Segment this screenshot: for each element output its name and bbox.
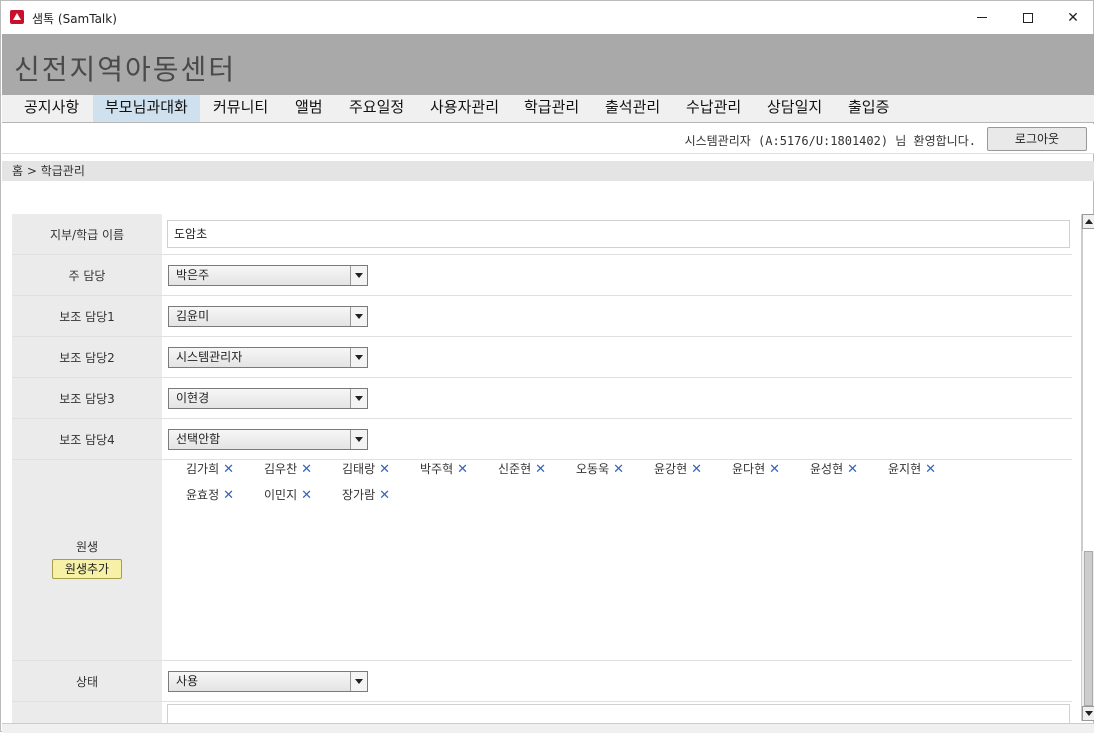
maximize-button[interactable] bbox=[1005, 1, 1051, 34]
chevron-down-icon bbox=[350, 307, 367, 326]
assistant3-label: 보조 담당3 bbox=[12, 378, 162, 418]
assistant1-label: 보조 담당1 bbox=[12, 296, 162, 336]
student-chip: 오동욱 ✕ bbox=[576, 462, 625, 477]
student-chip: 신준현 ✕ bbox=[498, 462, 547, 477]
remove-icon[interactable]: ✕ bbox=[847, 462, 858, 477]
assistant1-select[interactable]: 김윤미 bbox=[168, 306, 368, 327]
remove-icon[interactable]: ✕ bbox=[925, 462, 936, 477]
student-chip: 윤강현 ✕ bbox=[654, 462, 703, 477]
class-form: 지부/학급 이름 도암초 주 담당 박은주 보조 담당1 김윤미 보조 담당2 … bbox=[12, 214, 1072, 724]
main-teacher-label: 주 담당 bbox=[12, 255, 162, 295]
add-student-button[interactable]: 원생추가 bbox=[52, 559, 122, 579]
chevron-down-icon bbox=[350, 430, 367, 449]
site-title: 신전지역아동센터 bbox=[14, 53, 237, 86]
remove-icon[interactable]: ✕ bbox=[379, 462, 390, 477]
status-select[interactable]: 사용 bbox=[168, 671, 368, 692]
row-main-teacher: 주 담당 박은주 bbox=[12, 255, 1072, 296]
student-chip: 김우찬 ✕ bbox=[264, 462, 313, 477]
nav-item-payment[interactable]: 수납관리 bbox=[674, 95, 753, 122]
nav-item-album[interactable]: 앨범 bbox=[283, 95, 335, 122]
site-header: 신전지역아동센터 bbox=[2, 34, 1094, 95]
row-assistant1: 보조 담당1 김윤미 bbox=[12, 296, 1072, 337]
next-input[interactable] bbox=[167, 704, 1070, 724]
remove-icon[interactable]: ✕ bbox=[301, 462, 312, 477]
assistant4-label: 보조 담당4 bbox=[12, 419, 162, 459]
remove-icon[interactable]: ✕ bbox=[769, 462, 780, 477]
remove-icon[interactable]: ✕ bbox=[457, 462, 468, 477]
nav-item-schedule[interactable]: 주요일정 bbox=[337, 95, 416, 122]
student-chip: 이민지 ✕ bbox=[264, 488, 313, 503]
nav-item-attendance[interactable]: 출석관리 bbox=[593, 95, 672, 122]
title-bar: 샘톡 (SamTalk) ✕ bbox=[1, 1, 1093, 34]
nav-item-community[interactable]: 커뮤니티 bbox=[201, 95, 280, 122]
close-icon: ✕ bbox=[1067, 9, 1079, 26]
assistant2-select[interactable]: 시스템관리자 bbox=[168, 347, 368, 368]
remove-icon[interactable]: ✕ bbox=[535, 462, 546, 477]
student-chip: 윤성현 ✕ bbox=[810, 462, 859, 477]
row-next bbox=[12, 702, 1072, 724]
chevron-down-icon bbox=[350, 389, 367, 408]
nav-item-parent-talk[interactable]: 부모님과대화 bbox=[93, 95, 200, 122]
remove-icon[interactable]: ✕ bbox=[223, 488, 234, 503]
row-assistant4: 보조 담당4 선택안함 bbox=[12, 419, 1072, 460]
minimize-button[interactable] bbox=[959, 1, 1005, 34]
student-chip: 장가람 ✕ bbox=[342, 488, 391, 503]
chevron-down-icon bbox=[350, 266, 367, 285]
assistant4-select[interactable]: 선택안함 bbox=[168, 429, 368, 450]
assistant3-select[interactable]: 이현경 bbox=[168, 388, 368, 409]
student-chip: 김태랑 ✕ bbox=[342, 462, 391, 477]
class-name-input[interactable]: 도암초 bbox=[167, 220, 1070, 248]
close-button[interactable]: ✕ bbox=[1050, 1, 1094, 34]
user-bar: 시스템관리자 (A:5176/U:1801402) 님 환영합니다. 로그아웃 bbox=[2, 124, 1094, 154]
minimize-icon bbox=[977, 17, 987, 18]
student-chip: 윤지현 ✕ bbox=[888, 462, 937, 477]
remove-icon[interactable]: ✕ bbox=[301, 488, 312, 503]
remove-icon[interactable]: ✕ bbox=[691, 462, 702, 477]
main-nav: 공지사항 부모님과대화 커뮤니티 앨범 주요일정 사용자관리 학급관리 출석관리… bbox=[2, 95, 1094, 123]
nav-item-counseling[interactable]: 상담일지 bbox=[755, 95, 834, 122]
student-chip: 김가희 ✕ bbox=[186, 462, 235, 477]
logout-button[interactable]: 로그아웃 bbox=[987, 127, 1087, 151]
students-label: 원생 bbox=[75, 540, 99, 554]
scroll-thumb[interactable] bbox=[1084, 551, 1093, 706]
row-assistant3: 보조 담당3 이현경 bbox=[12, 378, 1072, 419]
chevron-down-icon bbox=[350, 348, 367, 367]
vertical-scrollbar[interactable] bbox=[1081, 214, 1094, 721]
row-assistant2: 보조 담당2 시스템관리자 bbox=[12, 337, 1072, 378]
app-window: 샘톡 (SamTalk) ✕ 신전지역아동센터 공지사항 부모님과대화 커뮤니티… bbox=[0, 0, 1094, 733]
row-status: 상태 사용 bbox=[12, 661, 1072, 702]
row-class-name: 지부/학급 이름 도암초 bbox=[12, 214, 1072, 255]
status-label: 상태 bbox=[12, 661, 162, 701]
scroll-up-icon[interactable] bbox=[1082, 214, 1094, 229]
row-students: 김가희 ✕ 김우찬 ✕ 김태랑 ✕ 박주혁 ✕ 신준현 ✕ 오동욱 ✕ 윤강현 ✕ 윤다현 ✕ … bbox=[12, 460, 1072, 661]
window-title: 샘톡 (SamTalk) bbox=[32, 12, 117, 26]
nav-item-class-admin[interactable]: 학급관리 bbox=[512, 95, 591, 122]
remove-icon[interactable]: ✕ bbox=[613, 462, 624, 477]
remove-icon[interactable]: ✕ bbox=[379, 488, 390, 503]
nav-item-notice[interactable]: 공지사항 bbox=[12, 95, 91, 122]
scroll-down-icon[interactable] bbox=[1082, 706, 1094, 721]
class-name-label: 지부/학급 이름 bbox=[12, 214, 162, 254]
student-chip: 윤다현 ✕ bbox=[732, 462, 781, 477]
remove-icon[interactable]: ✕ bbox=[223, 462, 234, 477]
main-teacher-select[interactable]: 박은주 bbox=[168, 265, 368, 286]
breadcrumb: 홈 > 학급관리 bbox=[2, 161, 1094, 181]
student-chip: 박주혁 ✕ bbox=[420, 462, 469, 477]
maximize-icon bbox=[1023, 12, 1033, 23]
app-logo-icon bbox=[10, 10, 24, 24]
student-chip: 윤효정 ✕ bbox=[186, 488, 235, 503]
assistant2-label: 보조 담당2 bbox=[12, 337, 162, 377]
chevron-down-icon bbox=[350, 672, 367, 691]
welcome-text: 시스템관리자 (A:5176/U:1801402) 님 환영합니다. bbox=[684, 134, 976, 148]
nav-item-user-admin[interactable]: 사용자관리 bbox=[418, 95, 511, 122]
nav-item-pass[interactable]: 출입증 bbox=[836, 95, 901, 122]
